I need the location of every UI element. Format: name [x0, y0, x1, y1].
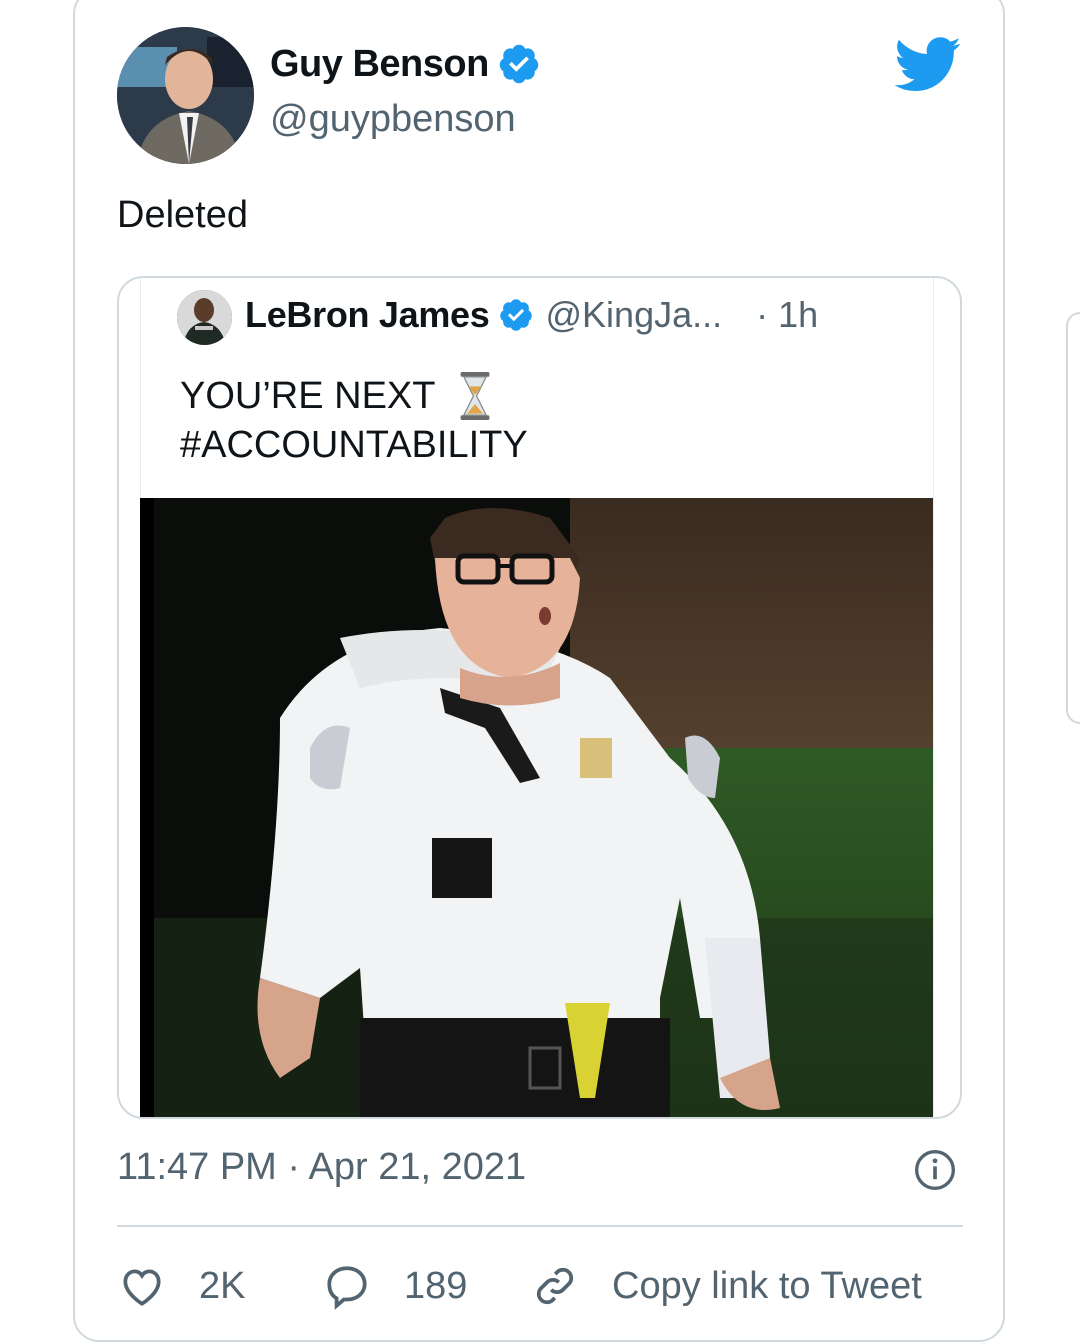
quoted-header: LeBron James @KingJa... · 1h — [245, 294, 818, 336]
quoted-text-line1: YOU’RE NEXT — [180, 370, 491, 422]
quoted-author-handle: @KingJa... — [545, 294, 723, 335]
quoted-author-name: LeBron James — [245, 294, 490, 335]
like-count: 2K — [199, 1264, 246, 1307]
copy-link-button[interactable]: Copy link to Tweet — [530, 1258, 922, 1314]
tweet-text: Deleted — [117, 194, 248, 236]
quoted-video-frame[interactable] — [140, 498, 933, 1117]
tweet-timestamp[interactable]: 11:47 PM · Apr 21, 2021 — [117, 1146, 526, 1189]
quoted-tweet[interactable]: LeBron James @KingJa... · 1h YOU’RE NEXT… — [117, 276, 962, 1119]
quoted-author-avatar — [177, 290, 232, 345]
reply-icon — [327, 1266, 367, 1310]
hourglass-icon — [461, 372, 490, 420]
video-still-image — [140, 498, 933, 1117]
twitter-bird-icon[interactable] — [893, 37, 963, 93]
divider — [117, 1225, 963, 1227]
quoted-text-main: YOU’RE NEXT — [180, 374, 436, 417]
reply-count: 189 — [404, 1264, 468, 1307]
reply-button[interactable]: 189 — [322, 1258, 467, 1314]
verified-badge-icon — [499, 299, 532, 331]
author-name[interactable]: Guy Benson — [270, 43, 489, 86]
quoted-hashtag: #ACCOUNTABILITY — [180, 424, 528, 466]
side-panel-edge — [1066, 312, 1080, 724]
link-icon — [536, 1267, 574, 1305]
like-button[interactable]: 2K — [117, 1258, 245, 1314]
author-handle[interactable]: @guypbenson — [270, 98, 516, 141]
quoted-time: · 1h — [756, 294, 819, 335]
tweet-actions-bar: 2K 189 Copy link to Tweet — [117, 1258, 963, 1318]
copy-link-label: Copy link to Tweet — [612, 1264, 922, 1307]
author-name-row[interactable]: Guy Benson — [270, 42, 541, 86]
heart-icon — [123, 1269, 161, 1306]
info-icon[interactable] — [913, 1148, 957, 1192]
verified-badge-icon — [499, 44, 539, 84]
author-avatar[interactable] — [117, 27, 254, 164]
